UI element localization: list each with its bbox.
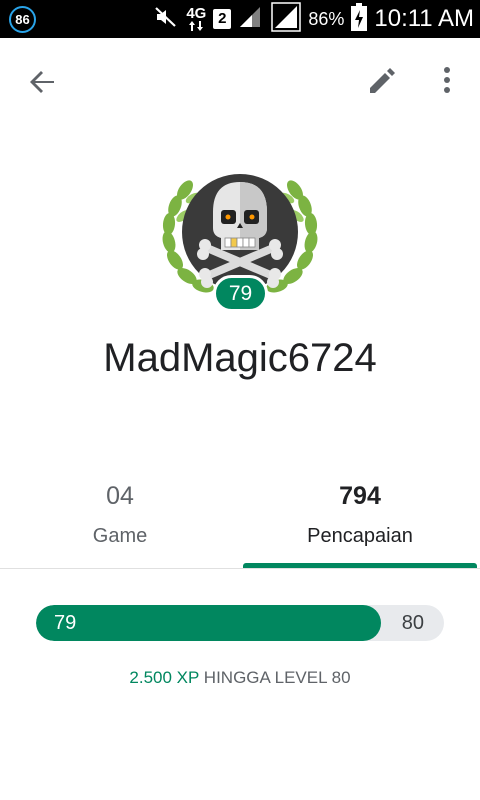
network-type-icon: 4G <box>186 6 206 31</box>
more-options-button[interactable] <box>432 60 462 100</box>
xp-suffix: HINGGA LEVEL 80 <box>199 668 351 687</box>
app-bar <box>0 38 480 122</box>
games-count: 04 <box>106 482 134 510</box>
level-progress-bar <box>36 605 444 641</box>
data-arrows-icon <box>189 21 204 31</box>
level-progress-fill <box>36 605 381 641</box>
back-button[interactable] <box>22 62 62 102</box>
back-arrow-icon <box>30 71 54 93</box>
tab-label: Pencapaian <box>307 525 413 547</box>
mute-icon <box>153 5 179 34</box>
signal-icon <box>271 1 302 37</box>
battery-percent: 86% <box>308 8 345 29</box>
notification-badge: 86 <box>9 6 36 33</box>
signal-icon <box>238 5 264 34</box>
xp-to-next-level: 2.500 XP HINGGA LEVEL 80 <box>0 668 480 688</box>
tab-label: Game <box>92 525 148 547</box>
status-icons: 4G 2 86% 10:11 AM <box>153 0 474 38</box>
next-level-label: 80 <box>401 612 424 634</box>
more-vert-icon <box>444 67 450 93</box>
battery-charging-icon <box>351 2 368 36</box>
edit-profile-button[interactable] <box>362 60 402 100</box>
username: MadMagic6724 <box>103 336 377 380</box>
level-badge: 79 <box>213 275 268 312</box>
achievements-count: 794 <box>339 482 381 510</box>
divider <box>0 568 480 569</box>
xp-amount: 2.500 XP <box>129 668 200 687</box>
sim-slot-icon: 2 <box>213 9 232 29</box>
status-bar: 86 4G 2 86% 10:11 AM <box>0 0 480 38</box>
clock: 10:11 AM <box>374 5 474 32</box>
tab-achievements[interactable]: 794 Pencapaian <box>240 470 480 568</box>
tab-games[interactable]: 04 Game <box>0 470 240 568</box>
current-level-label: 79 <box>54 612 77 634</box>
pencil-icon <box>370 68 395 93</box>
